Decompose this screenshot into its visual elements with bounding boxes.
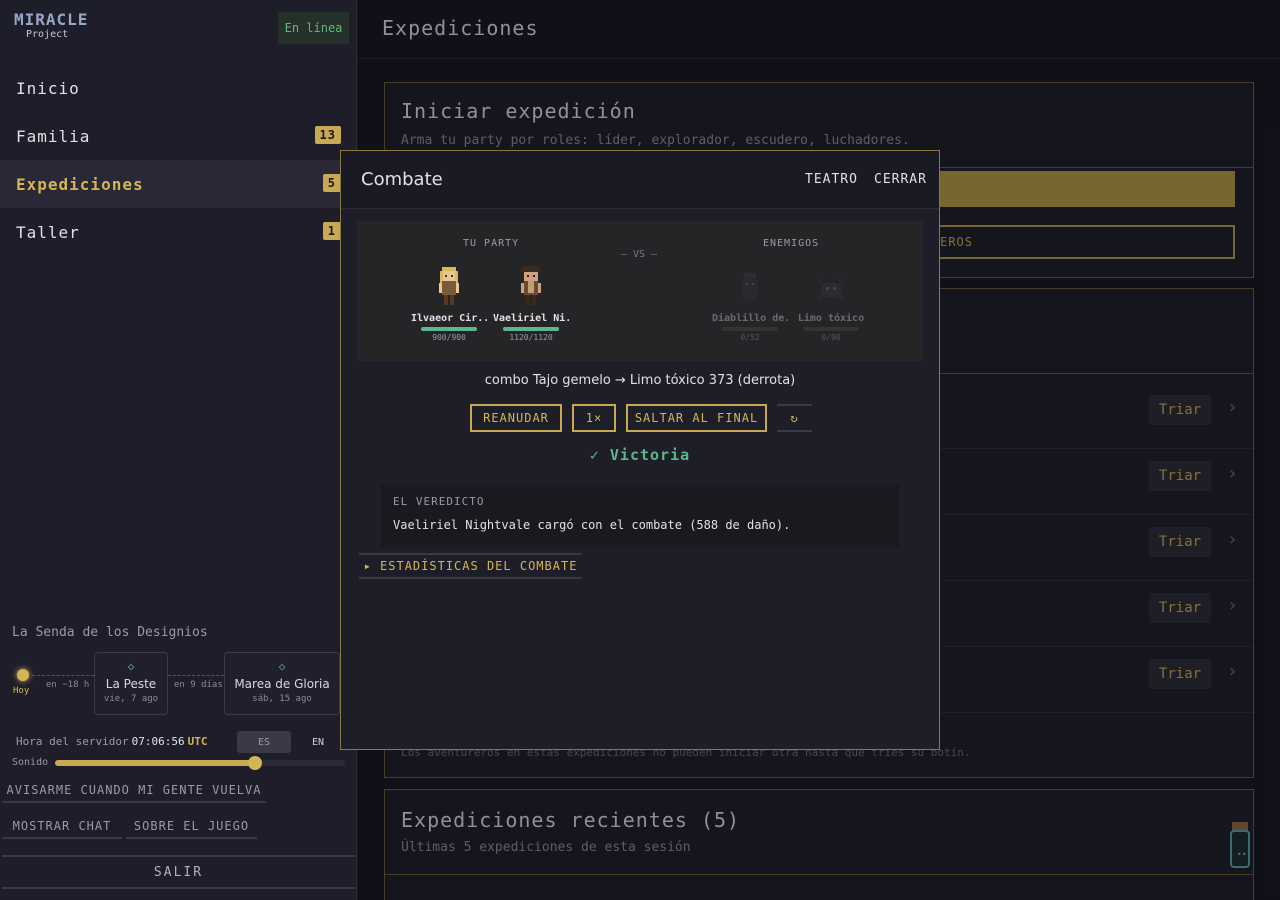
- rogue-sprite-icon: [517, 265, 545, 307]
- verdict-label: EL VEREDICTO: [393, 495, 485, 508]
- timeline-dash: [32, 675, 94, 676]
- logo-title: MIRACLE: [14, 10, 89, 29]
- verdict-text: Vaeliriel Nightvale cargó con el combate…: [393, 518, 791, 532]
- diamond-icon: ◇: [127, 660, 135, 673]
- destiny-title: La Senda de los Designios: [12, 625, 208, 640]
- lang-en-button[interactable]: EN: [291, 731, 345, 753]
- server-time: Hora del servidor 07:06:56 UTC: [16, 735, 208, 748]
- today-dot-icon: [17, 669, 29, 681]
- sound-slider[interactable]: [55, 756, 345, 770]
- main-nav: Inicio Familia 13 Expediciones 5 Taller 1: [0, 64, 357, 256]
- sound-slider-fill: [55, 760, 256, 766]
- theater-button[interactable]: TEATRO: [805, 172, 858, 187]
- destiny-event[interactable]: ◇ Marea de Gloria sáb, 15 ago: [224, 652, 340, 715]
- notify-button[interactable]: AVISARME CUANDO MI GENTE VUELVA: [2, 779, 266, 803]
- enemy[interactable]: Limo tóxico 0/90: [793, 265, 869, 342]
- replay-icon[interactable]: ↻: [777, 404, 812, 432]
- nav-item-taller[interactable]: Taller 1: [0, 208, 357, 256]
- modal-title: Combate: [361, 169, 443, 190]
- victory-label: ✓ Victoria: [589, 446, 691, 464]
- logo-subtitle: Project: [26, 29, 69, 40]
- online-status-badge: En línea: [278, 12, 349, 44]
- enemies-label: ENEMIGOS: [763, 238, 820, 249]
- close-button[interactable]: CERRAR: [874, 172, 927, 187]
- verdict-box: EL VEREDICTO Vaeliriel Nightvale cargó c…: [381, 485, 899, 547]
- nav-item-expediciones[interactable]: Expediciones 5: [0, 160, 357, 208]
- speed-button[interactable]: 1×: [572, 404, 616, 432]
- logout-button[interactable]: SALIR: [2, 855, 355, 889]
- sidebar: MIRACLE Project En línea Inicio Familia 1…: [0, 0, 357, 900]
- party-label: TU PARTY: [463, 238, 520, 249]
- about-button[interactable]: SOBRE EL JUEGO: [126, 815, 257, 839]
- vs-label: — VS —: [621, 249, 658, 260]
- destiny-event[interactable]: ◇ La Peste vie, 7 ago: [94, 652, 168, 715]
- party-member[interactable]: Ilvaeor Cir... 900/900: [411, 265, 487, 342]
- nav-badge: 1: [322, 222, 341, 240]
- party-member[interactable]: Vaeliriel Ni... 1120/1120: [493, 265, 569, 342]
- timeline-dash: [168, 675, 224, 676]
- resume-button[interactable]: REANUDAR: [470, 404, 562, 432]
- combat-log-line: combo Tajo gemelo → Limo tóxico 373 (der…: [484, 373, 796, 388]
- nav-badge: 13: [314, 126, 341, 144]
- imp-sprite-icon: [736, 265, 764, 307]
- battle-arena: TU PARTY — VS — ENEMIGOS Ilvaeor Cir... …: [357, 221, 923, 361]
- slime-sprite-icon: [817, 265, 845, 307]
- show-chat-button[interactable]: MOSTRAR CHAT: [2, 815, 122, 839]
- diamond-icon: ◇: [278, 660, 286, 673]
- sound-label: Sonido: [12, 757, 49, 768]
- logo[interactable]: MIRACLE Project: [14, 12, 88, 40]
- sound-slider-knob[interactable]: [248, 756, 263, 770]
- combat-stats-toggle[interactable]: ▸ ESTADÍSTICAS DEL COMBATE: [359, 553, 582, 579]
- language-toggle: ES EN: [237, 731, 345, 753]
- combat-modal: Combate TEATRO CERRAR TU PARTY — VS — EN…: [340, 150, 940, 750]
- nav-badge: 5: [322, 174, 341, 192]
- nav-item-inicio[interactable]: Inicio: [0, 64, 357, 112]
- modal-header: Combate TEATRO CERRAR: [341, 151, 939, 209]
- elf-sprite-icon: [435, 265, 463, 307]
- timeline-gap: en ~18 h: [44, 680, 92, 690]
- skip-to-end-button[interactable]: SALTAR AL FINAL: [626, 404, 767, 432]
- enemy[interactable]: Diablillo de... 0/52: [712, 265, 788, 342]
- today-label: Hoy: [13, 686, 30, 696]
- destiny-timeline: Hoy en ~18 h ◇ La Peste vie, 7 ago en 9 …: [12, 652, 352, 716]
- nav-item-familia[interactable]: Familia 13: [0, 112, 357, 160]
- lang-es-button[interactable]: ES: [237, 731, 291, 753]
- timeline-gap: en 9 días: [172, 680, 225, 690]
